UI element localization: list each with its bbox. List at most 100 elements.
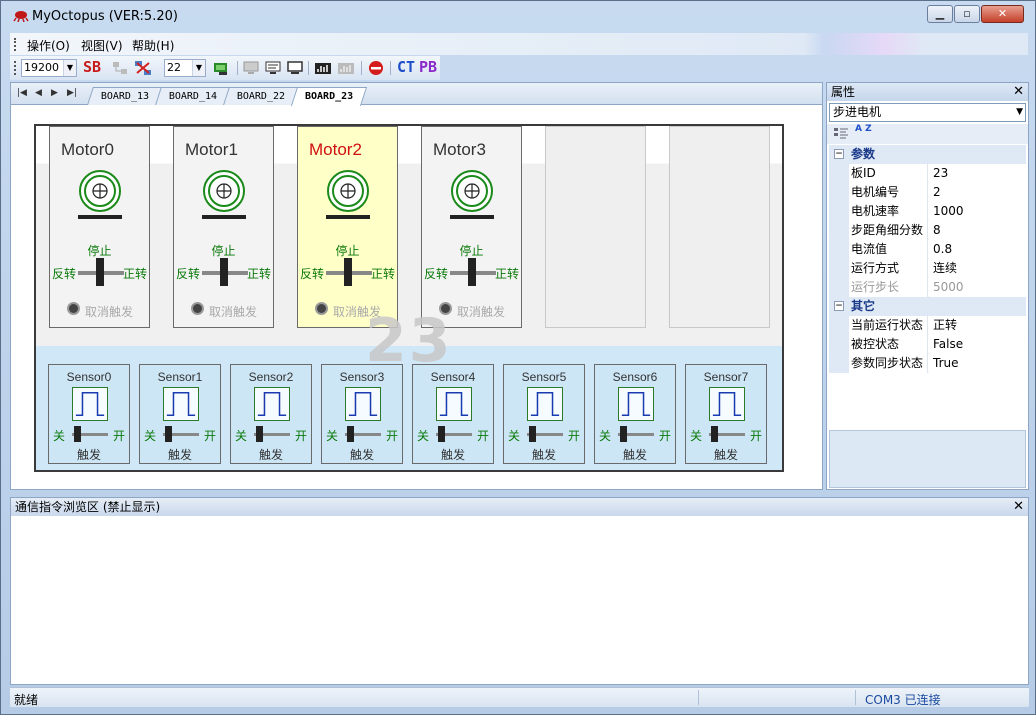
tab-board-13[interactable]: BOARD_13: [87, 87, 164, 105]
categorized-icon[interactable]: [833, 127, 849, 141]
sensor-trigger[interactable]: 触发: [686, 446, 766, 463]
display-icon[interactable]: [286, 60, 304, 76]
motor-card[interactable]: Motor0 停止 反转 正转 取消触发: [49, 126, 150, 328]
chevron-down-icon: ▼: [1016, 107, 1023, 117]
maximize-button[interactable]: ▫: [954, 5, 980, 23]
sensor-trigger[interactable]: 触发: [322, 446, 402, 463]
sensor-card[interactable]: Sensor7 关 开触发: [685, 364, 767, 464]
cancel-trigger[interactable]: 取消触发: [85, 303, 133, 320]
last-tab-icon[interactable]: ▶|: [67, 88, 77, 98]
direction-slider-thumb[interactable]: [96, 258, 104, 286]
cancel-trigger[interactable]: 取消触发: [457, 303, 505, 320]
sensor-card[interactable]: Sensor5 关 开触发: [503, 364, 585, 464]
menu-operate[interactable]: 操作(O): [27, 37, 70, 54]
property-value[interactable]: 23: [929, 164, 1026, 183]
sensor-trigger[interactable]: 触发: [595, 446, 675, 463]
sensor-switch-thumb[interactable]: [711, 426, 718, 442]
property-value[interactable]: 5000: [929, 278, 1026, 297]
motor-status: 停止: [211, 244, 236, 258]
status-ready: 就绪: [14, 693, 39, 707]
sensor-switch-thumb[interactable]: [256, 426, 263, 442]
tab-board-23[interactable]: BOARD_23: [290, 87, 368, 106]
sb-button[interactable]: SB: [83, 58, 101, 76]
toolbar-separator: [308, 61, 309, 75]
sensor-trigger[interactable]: 触发: [504, 446, 584, 463]
sensor-switch-thumb[interactable]: [620, 426, 627, 442]
pb-button[interactable]: PB: [419, 58, 437, 76]
tab-board-22[interactable]: BOARD_22: [223, 87, 300, 105]
sensor-card[interactable]: Sensor0 关 开触发: [48, 364, 130, 464]
sensor-trigger[interactable]: 触发: [231, 446, 311, 463]
property-row[interactable]: 当前运行状态 正转: [829, 316, 1026, 335]
property-row[interactable]: 运行方式 连续: [829, 259, 1026, 278]
sensor-switch-thumb[interactable]: [74, 426, 81, 442]
motor-card[interactable]: Motor2 停止 反转 正转 取消触发: [297, 126, 398, 328]
property-category[interactable]: − 参数: [829, 145, 1026, 164]
property-value[interactable]: 正转: [929, 316, 1026, 335]
property-category[interactable]: − 其它: [829, 297, 1026, 316]
property-row[interactable]: 步距角细分数 8: [829, 221, 1026, 240]
prev-tab-icon[interactable]: ◀: [35, 88, 42, 98]
monitor-off-icon[interactable]: [242, 60, 260, 76]
first-tab-icon[interactable]: |◀: [17, 88, 27, 98]
ct-button[interactable]: CT: [397, 58, 415, 76]
port-select[interactable]: 22 ▼: [164, 59, 206, 77]
motor-card[interactable]: Motor3 停止 反转 正转 取消触发: [421, 126, 522, 328]
motor-name: Motor0: [61, 140, 114, 159]
sensor-on-label: 开: [112, 429, 125, 443]
close-icon[interactable]: ✕: [1013, 83, 1024, 101]
baud-rate-select[interactable]: 19200 ▼: [21, 59, 77, 77]
menu-view[interactable]: 视图(V): [81, 37, 123, 54]
object-select[interactable]: 步进电机 ▼: [829, 103, 1026, 122]
alphabetical-sort-icon[interactable]: A Z: [855, 125, 872, 134]
sensor-card[interactable]: Sensor1 关 开触发: [139, 364, 221, 464]
tab-board-14[interactable]: BOARD_14: [155, 87, 232, 105]
property-row[interactable]: 被控状态 False: [829, 335, 1026, 354]
close-icon[interactable]: ✕: [1013, 498, 1024, 516]
property-row[interactable]: 板ID 23: [829, 164, 1026, 183]
menu-help[interactable]: 帮助(H): [132, 37, 174, 54]
collapse-icon[interactable]: −: [834, 149, 844, 159]
direction-slider-thumb[interactable]: [220, 258, 228, 286]
collapse-icon[interactable]: −: [834, 301, 844, 311]
disconnect-icon[interactable]: [134, 60, 152, 76]
signal-bars-icon[interactable]: [314, 60, 332, 76]
monitor-icon[interactable]: [264, 60, 282, 76]
property-value[interactable]: 8: [929, 221, 1026, 240]
property-row[interactable]: 参数同步状态 True: [829, 354, 1026, 373]
property-row[interactable]: 电流值 0.8: [829, 240, 1026, 259]
direction-slider-thumb[interactable]: [344, 258, 352, 286]
property-row[interactable]: 电机速率 1000: [829, 202, 1026, 221]
sensor-trigger[interactable]: 触发: [140, 446, 220, 463]
stop-icon[interactable]: [367, 60, 385, 76]
property-value[interactable]: 1000: [929, 202, 1026, 221]
property-row[interactable]: 运行步长 5000: [829, 278, 1026, 297]
sensor-trigger[interactable]: 触发: [413, 446, 493, 463]
motor-card[interactable]: Motor1 停止 反转 正转 取消触发: [173, 126, 274, 328]
cancel-trigger[interactable]: 取消触发: [209, 303, 257, 320]
property-row[interactable]: 电机编号 2: [829, 183, 1026, 202]
property-value[interactable]: 连续: [929, 259, 1026, 278]
stepper-motor-icon: [326, 170, 370, 219]
close-button[interactable]: ✕: [981, 5, 1024, 23]
network-disabled-icon[interactable]: [111, 60, 129, 76]
signal-disabled-icon[interactable]: [337, 60, 355, 76]
property-value[interactable]: 0.8: [929, 240, 1026, 259]
toolbar: 19200 ▼ SB 22 ▼ CT PB: [10, 56, 440, 80]
minimize-button[interactable]: ▁: [927, 5, 953, 23]
property-value[interactable]: True: [929, 354, 1026, 373]
sensor-switch-thumb[interactable]: [438, 426, 445, 442]
sensor-switch-thumb[interactable]: [347, 426, 354, 442]
sensor-card[interactable]: Sensor2 关 开触发: [230, 364, 312, 464]
property-value[interactable]: 2: [929, 183, 1026, 202]
direction-slider-thumb[interactable]: [468, 258, 476, 286]
property-value[interactable]: False: [929, 335, 1026, 354]
sensor-switch-thumb[interactable]: [165, 426, 172, 442]
sensor-trigger[interactable]: 触发: [49, 446, 129, 463]
sensor-card[interactable]: Sensor3 关 开触发: [321, 364, 403, 464]
sensor-card[interactable]: Sensor6 关 开触发: [594, 364, 676, 464]
board-connect-icon[interactable]: [213, 60, 231, 76]
sensor-card[interactable]: Sensor4 关 开触发: [412, 364, 494, 464]
sensor-switch-thumb[interactable]: [529, 426, 536, 442]
next-tab-icon[interactable]: ▶: [51, 88, 58, 98]
